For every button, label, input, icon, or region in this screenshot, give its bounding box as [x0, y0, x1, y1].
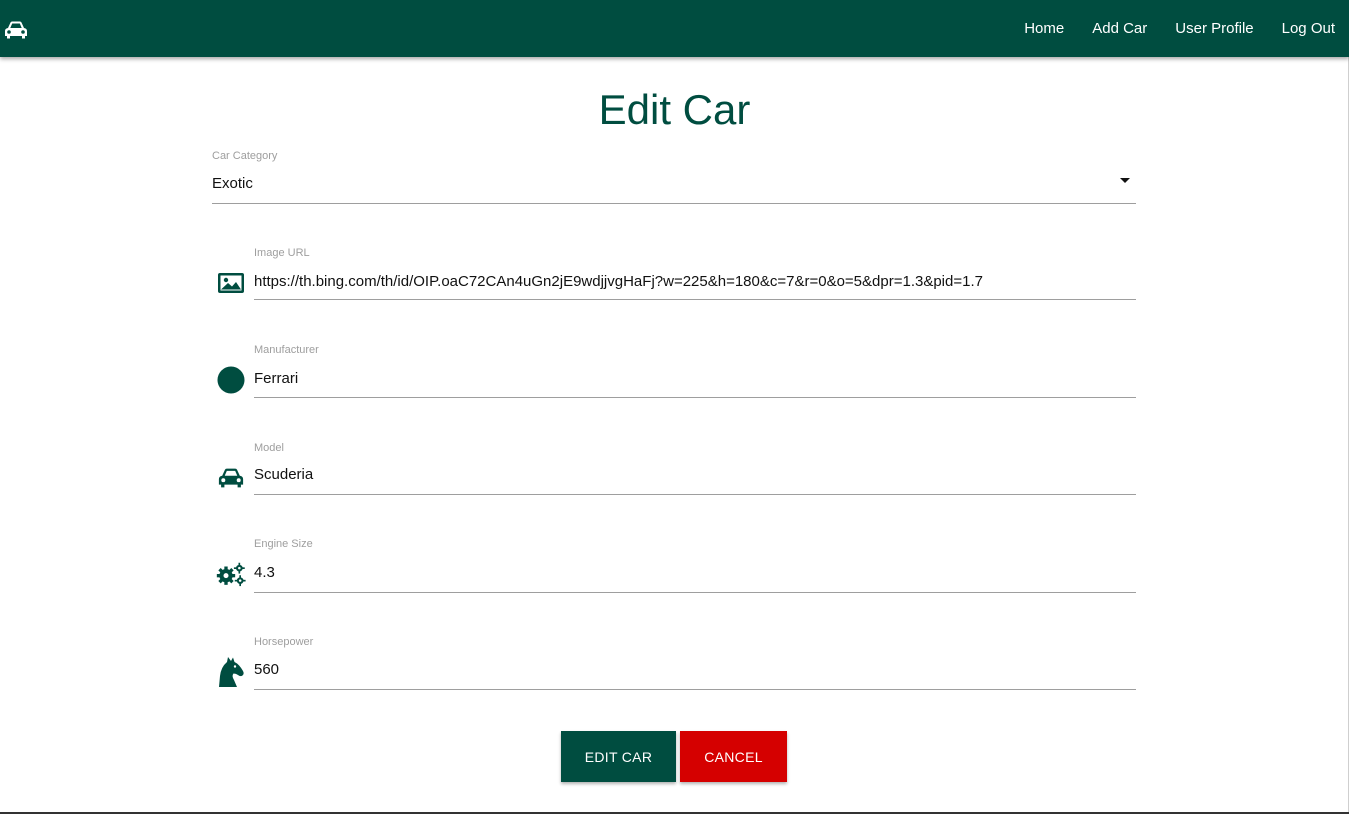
- nav-add-car-link[interactable]: Add Car: [1092, 20, 1147, 37]
- image-url-underline: [254, 299, 1136, 300]
- top-navbar: Home Add Car User Profile Log Out: [0, 0, 1349, 57]
- car-category-value[interactable]: Exotic: [212, 175, 253, 192]
- manufacturer-field: Manufacturer Ferrari: [212, 344, 1136, 400]
- model-field: Model Scuderia: [212, 442, 1136, 498]
- engine-size-label: Engine Size: [254, 538, 313, 550]
- car-icon[interactable]: [4, 20, 28, 40]
- nav-home-link[interactable]: Home: [1024, 20, 1064, 37]
- car-category-select[interactable]: Car Category Exotic: [212, 150, 1136, 206]
- model-label: Model: [254, 442, 284, 454]
- engine-size-underline: [254, 592, 1136, 593]
- image-url-input[interactable]: https://th.bing.com/th/id/OIP.oaC72CAn4u…: [254, 273, 983, 290]
- manufacturer-label: Manufacturer: [254, 344, 319, 356]
- engine-size-field: Engine Size 4.3: [212, 538, 1136, 594]
- car-icon: [216, 463, 246, 493]
- caret-down-icon[interactable]: [1120, 178, 1130, 183]
- horse-icon: [216, 657, 246, 687]
- car-category-underline: [212, 203, 1136, 204]
- horsepower-input[interactable]: 560: [254, 661, 279, 678]
- image-url-label: Image URL: [254, 247, 310, 259]
- engine-size-input[interactable]: 4.3: [254, 564, 275, 581]
- gears-icon: [216, 559, 246, 589]
- model-input[interactable]: Scuderia: [254, 466, 313, 483]
- nav-user-profile-link[interactable]: User Profile: [1175, 20, 1253, 37]
- edit-car-button[interactable]: EDIT CAR: [561, 731, 676, 782]
- horsepower-underline: [254, 689, 1136, 690]
- horsepower-label: Horsepower: [254, 636, 314, 648]
- model-underline: [254, 494, 1136, 495]
- nav-log-out-link[interactable]: Log Out: [1282, 20, 1335, 37]
- manufacturer-underline: [254, 397, 1136, 398]
- image-icon: [216, 268, 246, 298]
- car-category-label: Car Category: [212, 150, 278, 162]
- horsepower-field: Horsepower 560: [212, 636, 1136, 692]
- circle-icon: [216, 365, 246, 395]
- manufacturer-input[interactable]: Ferrari: [254, 370, 298, 387]
- cancel-button[interactable]: CANCEL: [680, 731, 787, 782]
- image-url-field: Image URL https://th.bing.com/th/id/OIP.…: [212, 247, 1136, 303]
- nav-links: Home Add Car User Profile Log Out: [996, 0, 1335, 57]
- page-title: Edit Car: [598, 86, 751, 133]
